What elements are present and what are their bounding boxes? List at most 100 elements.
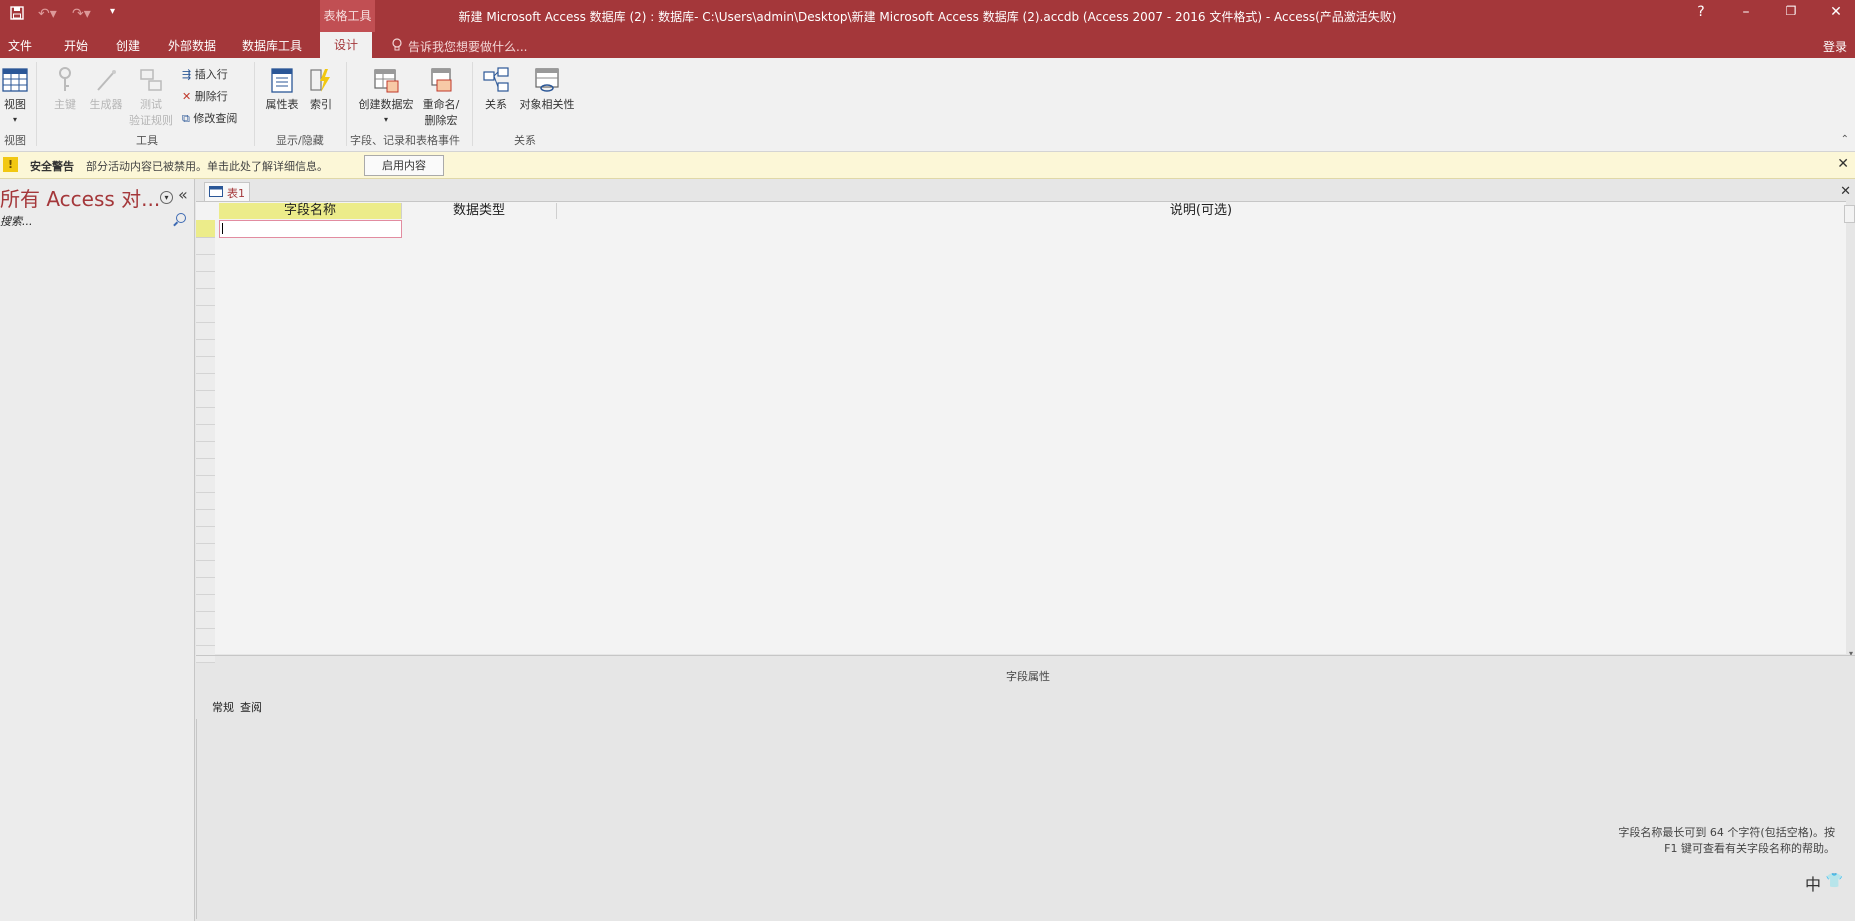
view-button[interactable]: 视图 ▾ bbox=[0, 66, 30, 125]
row-selector[interactable] bbox=[196, 272, 215, 289]
delete-rows-icon: ✕ bbox=[182, 90, 192, 103]
tell-me-search[interactable]: 告诉我您想要做什么... bbox=[408, 38, 527, 55]
tab-external-data[interactable]: 外部数据 bbox=[168, 37, 216, 54]
field-name-cell[interactable] bbox=[219, 220, 402, 238]
row-selector[interactable] bbox=[196, 442, 215, 459]
row-selector[interactable] bbox=[196, 459, 215, 476]
enable-content-button[interactable]: 启用内容 bbox=[364, 155, 444, 176]
delete-macro-label: 删除宏 bbox=[424, 114, 458, 127]
document-tab-label: 表1 bbox=[227, 187, 245, 200]
column-header-data-type[interactable]: 数据类型 bbox=[402, 203, 557, 219]
column-header-description[interactable]: 说明(可选) bbox=[557, 203, 1845, 219]
sign-in-link[interactable]: 登录 bbox=[1823, 38, 1847, 55]
nav-pane-title[interactable]: 所有 Access 对... bbox=[0, 183, 160, 212]
help-text-line: F1 键可查看有关字段名称的帮助。 bbox=[1664, 842, 1835, 855]
ime-indicator[interactable]: 中 bbox=[1805, 871, 1821, 895]
object-dependencies-button[interactable]: 对象相关性 bbox=[516, 66, 578, 112]
insert-rows-icon: ⇶ bbox=[182, 68, 192, 81]
row-selector[interactable] bbox=[196, 357, 215, 374]
row-selector[interactable] bbox=[196, 595, 215, 612]
navigation-pane: 所有 Access 对... ▾ « 搜索... bbox=[0, 179, 195, 921]
create-data-macros-button[interactable]: 创建数据宏 ▾ bbox=[354, 66, 418, 125]
chevron-down-icon[interactable]: ▾ bbox=[160, 191, 173, 204]
modify-lookups-label: 修改查阅 bbox=[193, 112, 238, 125]
row-selector[interactable] bbox=[196, 527, 215, 544]
row-selector[interactable] bbox=[196, 391, 215, 408]
delete-rows-label: 删除行 bbox=[194, 90, 228, 103]
close-button[interactable]: ✕ bbox=[1821, 4, 1851, 20]
test-validation-rules-button[interactable]: 测试 验证规则 bbox=[126, 66, 176, 128]
rename-delete-macro-button[interactable]: 重命名/删除宏 bbox=[418, 66, 464, 128]
ribbon: 视图 ▾ 视图 主键 生成器 测试 验证规则 ⇶ 插入行 ✕ 删除行 ⧉ 修改查阅 … bbox=[0, 58, 1855, 152]
builder-button[interactable]: 生成器 bbox=[86, 66, 126, 112]
scroll-down-icon[interactable]: ▾ bbox=[1849, 649, 1853, 658]
close-icon[interactable]: ✕ bbox=[1837, 156, 1849, 172]
row-selector[interactable] bbox=[196, 544, 215, 561]
tab-general[interactable]: 常规 bbox=[212, 699, 234, 715]
insert-rows-label: 插入行 bbox=[194, 68, 228, 81]
delete-rows-button[interactable]: ✕ 删除行 bbox=[182, 88, 228, 104]
primary-key-label: 主键 bbox=[54, 98, 76, 111]
row-selector[interactable] bbox=[196, 510, 215, 527]
relationships-button[interactable]: 关系 bbox=[480, 66, 512, 112]
property-sheet-button[interactable]: 属性表 bbox=[262, 66, 302, 112]
validation-icon bbox=[140, 69, 162, 91]
row-selector-current[interactable] bbox=[196, 220, 215, 238]
close-document-icon[interactable]: ✕ bbox=[1840, 184, 1851, 199]
title-bar: ↶▾ ↷▾ ▾ 表格工具 新建 Microsoft Access 数据库 (2)… bbox=[0, 0, 1855, 32]
row-selector[interactable] bbox=[196, 561, 215, 578]
modify-lookups-button[interactable]: ⧉ 修改查阅 bbox=[182, 110, 237, 126]
rename-label: 重命名/ bbox=[422, 98, 460, 111]
collapse-ribbon-icon[interactable]: ⌃ bbox=[1841, 134, 1849, 145]
tab-database-tools[interactable]: 数据库工具 bbox=[242, 37, 302, 54]
row-selector[interactable] bbox=[196, 408, 215, 425]
row-selector[interactable] bbox=[196, 476, 215, 493]
security-warning-message[interactable]: 部分活动内容已被禁用。单击此处了解详细信息。 bbox=[86, 158, 328, 174]
row-selector[interactable] bbox=[196, 323, 215, 340]
primary-key-button[interactable]: 主键 bbox=[48, 66, 82, 112]
nav-search-input[interactable]: 搜索... bbox=[0, 213, 33, 229]
minimize-button[interactable]: – bbox=[1731, 4, 1761, 20]
relationships-icon bbox=[483, 67, 509, 92]
restore-button[interactable]: ❐ bbox=[1776, 4, 1806, 18]
indexes-label: 索引 bbox=[310, 98, 332, 111]
row-selector[interactable] bbox=[196, 493, 215, 510]
group-label-field-events: 字段、记录和表格事件 bbox=[350, 134, 460, 147]
row-selector[interactable] bbox=[196, 255, 215, 272]
scrollbar[interactable] bbox=[1844, 205, 1855, 223]
row-selector[interactable] bbox=[196, 238, 215, 255]
divider bbox=[196, 719, 197, 919]
help-button[interactable]: ? bbox=[1686, 4, 1716, 20]
builder-wand-icon bbox=[97, 70, 116, 91]
insert-rows-button[interactable]: ⇶ 插入行 bbox=[182, 66, 228, 82]
row-selector[interactable] bbox=[196, 425, 215, 442]
window-title: 新建 Microsoft Access 数据库 (2) : 数据库- C:\Us… bbox=[458, 10, 1397, 24]
row-selector[interactable] bbox=[196, 578, 215, 595]
indexes-button[interactable]: 索引 bbox=[306, 66, 336, 112]
group-label-show-hide: 显示/隐藏 bbox=[276, 134, 324, 147]
document-tab[interactable]: 表1 bbox=[204, 182, 250, 201]
tab-lookup[interactable]: 查阅 bbox=[240, 699, 262, 715]
tab-create[interactable]: 创建 bbox=[116, 37, 140, 54]
create-data-macros-label: 创建数据宏 bbox=[358, 98, 414, 111]
column-header-field-name[interactable]: 字段名称 bbox=[219, 203, 402, 219]
tab-home[interactable]: 开始 bbox=[64, 37, 88, 54]
row-selector[interactable] bbox=[196, 374, 215, 391]
collapse-nav-icon[interactable]: « bbox=[178, 185, 188, 204]
ime-toolbar-icon[interactable]: 👕 bbox=[1826, 873, 1843, 889]
object-dependencies-icon bbox=[535, 68, 559, 92]
row-selector[interactable] bbox=[196, 306, 215, 323]
group-separator bbox=[346, 62, 347, 146]
row-selector[interactable] bbox=[196, 612, 215, 629]
row-selector[interactable] bbox=[196, 340, 215, 357]
tab-file[interactable]: 文件 bbox=[8, 37, 32, 54]
builder-label: 生成器 bbox=[89, 98, 123, 111]
row-selector[interactable] bbox=[196, 289, 215, 306]
property-sheet-label: 属性表 bbox=[265, 98, 299, 111]
group-separator bbox=[254, 62, 255, 146]
modify-lookups-icon: ⧉ bbox=[182, 112, 190, 125]
tab-design[interactable]: 设计 bbox=[320, 32, 373, 58]
row-selector[interactable] bbox=[196, 629, 215, 646]
security-warning-title: 安全警告 bbox=[30, 160, 74, 173]
test-label: 测试 bbox=[140, 98, 162, 111]
